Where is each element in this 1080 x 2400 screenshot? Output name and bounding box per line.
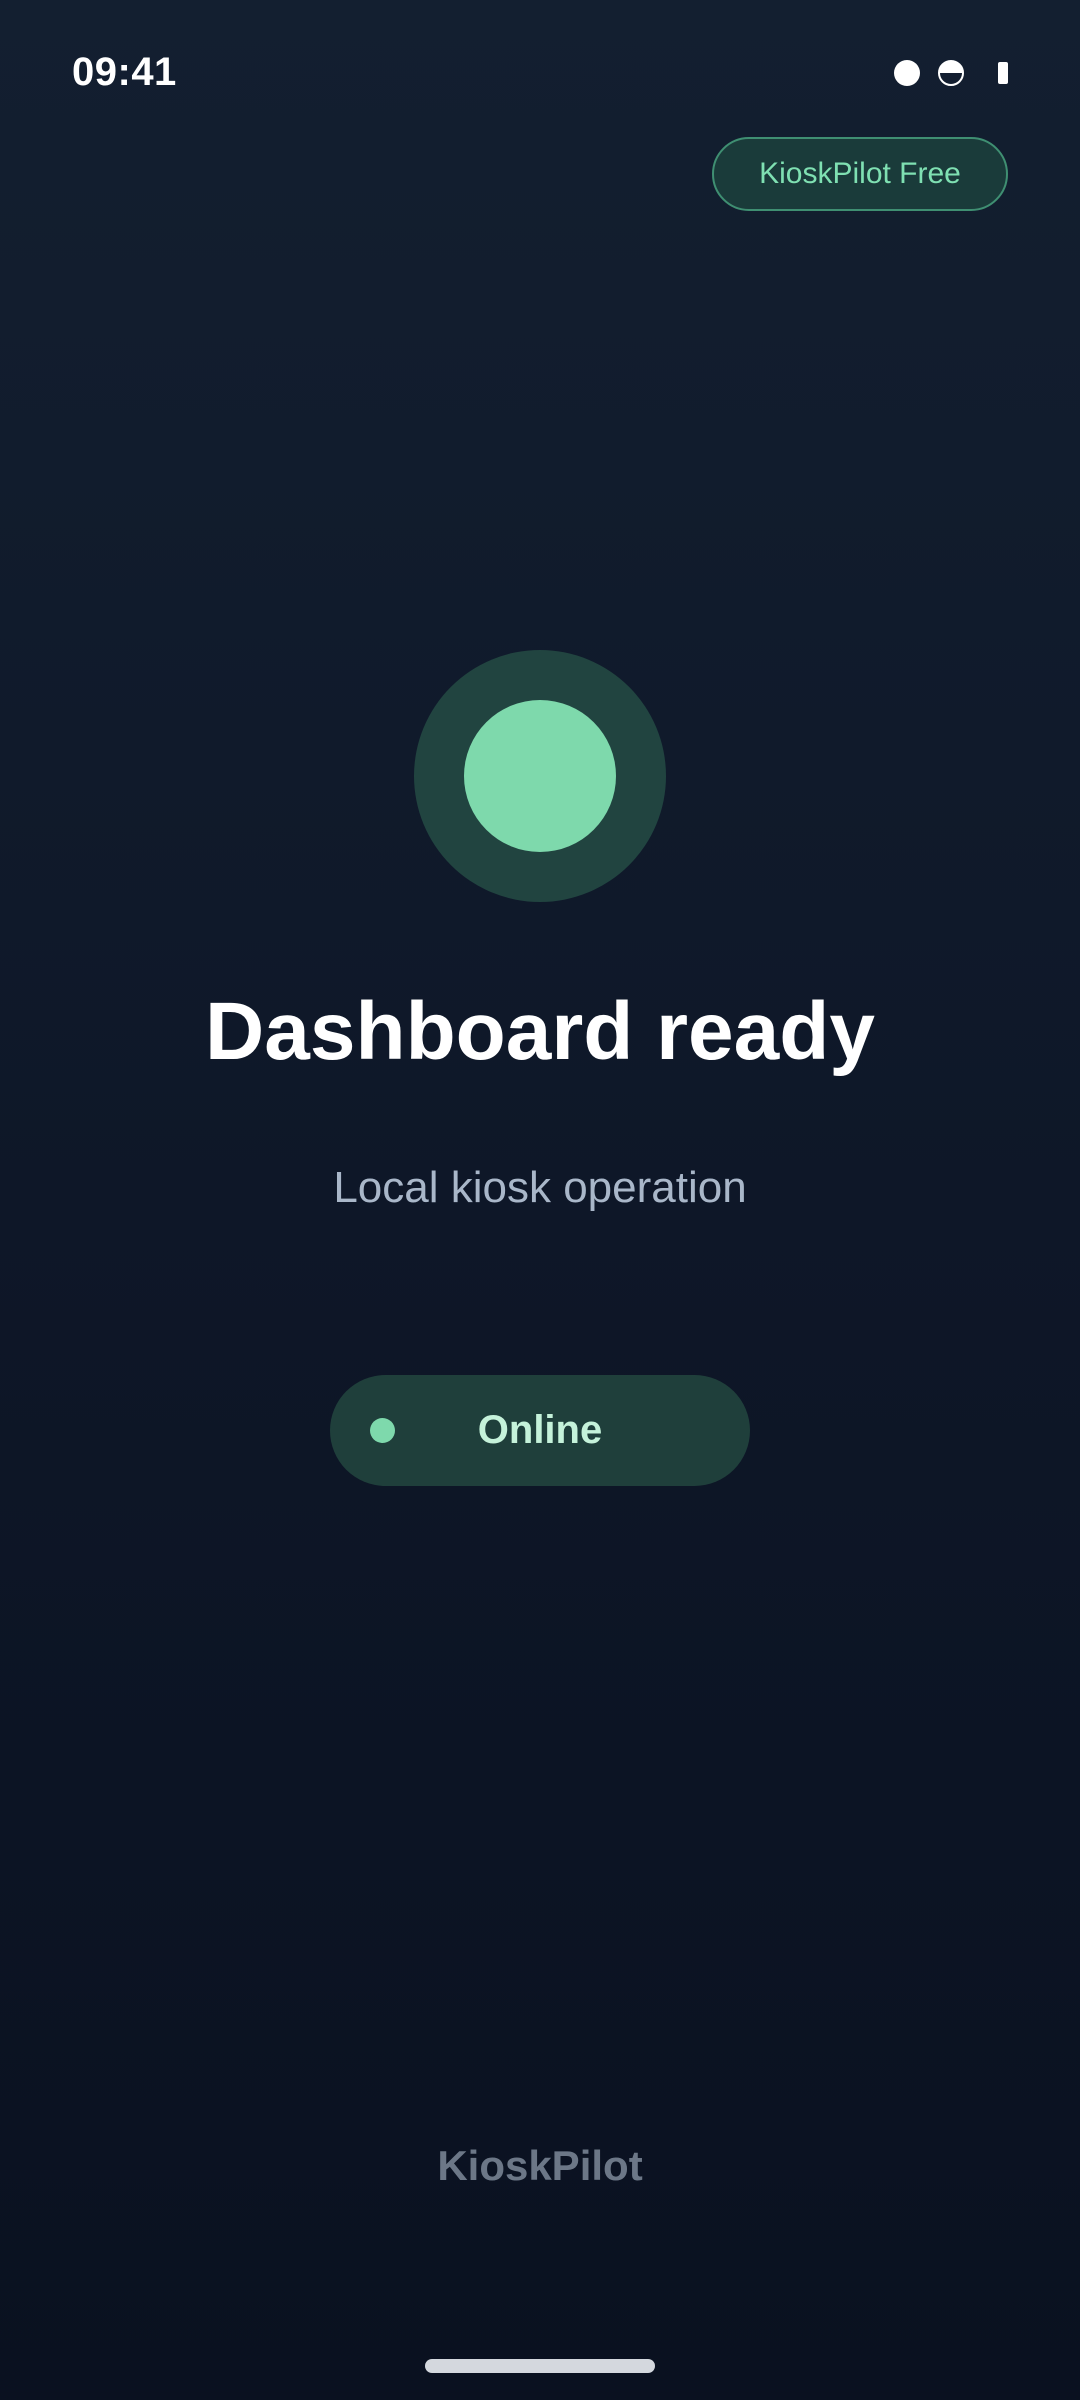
status-icons — [894, 58, 1008, 88]
plan-badge[interactable]: KioskPilot Free — [712, 137, 1008, 211]
battery-icon — [998, 62, 1008, 84]
online-status-label: Online — [477, 1408, 603, 1452]
online-status-badge: Online — [330, 1375, 750, 1486]
page-subtitle: Local kiosk operation — [333, 1163, 747, 1212]
status-indicator — [414, 650, 666, 902]
status-bar: 09:41 — [0, 0, 1080, 150]
signal-dot-icon — [894, 60, 920, 86]
half-circle-icon — [938, 60, 964, 86]
footer-brand: KioskPilot — [437, 2142, 643, 2189]
page-title: Dashboard ready — [205, 986, 875, 1077]
status-time: 09:41 — [72, 50, 177, 94]
status-circle-icon — [464, 700, 616, 852]
home-indicator[interactable] — [425, 2359, 655, 2373]
